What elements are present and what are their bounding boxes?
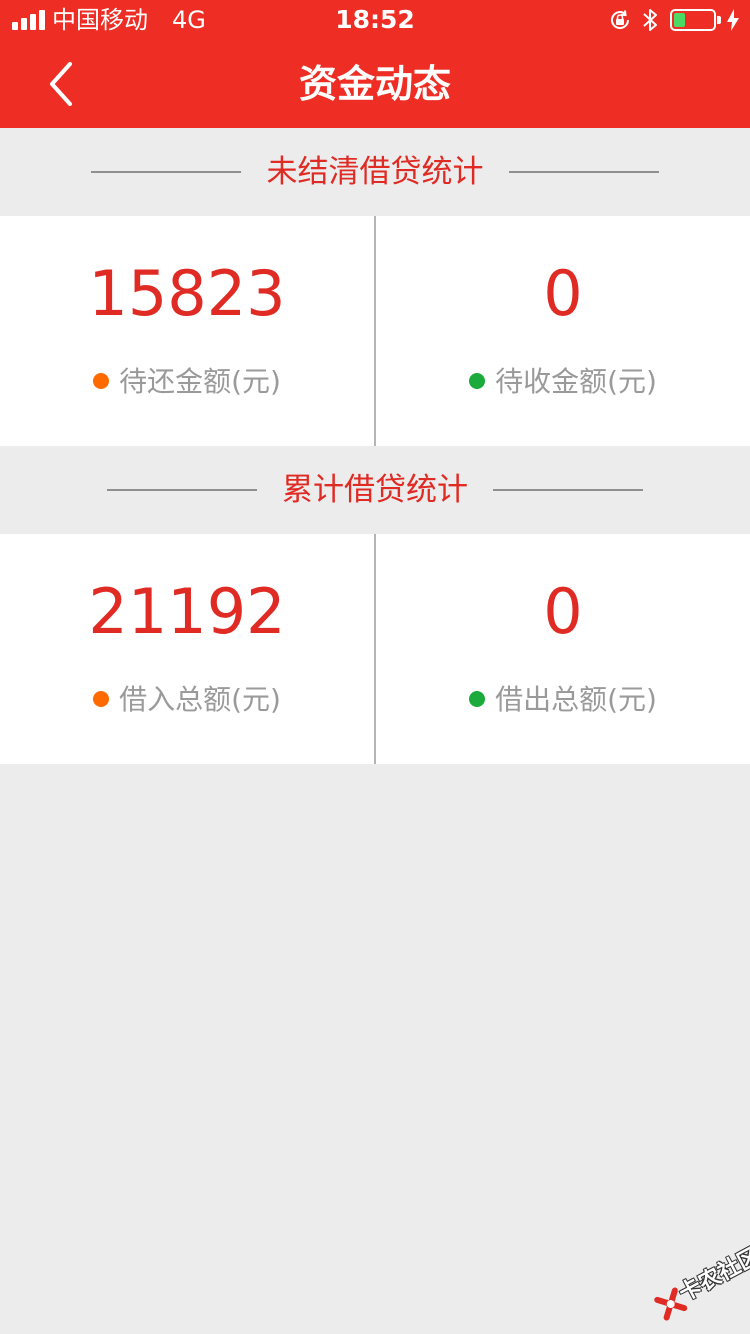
stat-cell-pending-receive[interactable]: 0 待收金额(元): [376, 216, 750, 446]
stat-value: 15823: [88, 257, 286, 330]
stat-cell-total-borrowed[interactable]: 21192 借入总额(元): [0, 534, 374, 764]
charging-bolt-icon: [727, 9, 739, 31]
watermark-text: 卡农社区: [675, 1243, 750, 1307]
green-dot-icon: [469, 373, 486, 389]
section-header-unsettled: 未结清借贷统计: [0, 128, 750, 216]
battery-icon: [670, 9, 716, 31]
stat-label: 待收金额(元): [495, 365, 657, 398]
divider-line-right: [493, 489, 643, 491]
stat-value: 0: [543, 257, 583, 330]
stat-label: 借入总额(元): [119, 683, 281, 716]
stat-row-cumulative: 21192 借入总额(元) 0 借出总额(元): [0, 534, 750, 764]
battery-level: [674, 13, 685, 27]
stat-caption: 待收金额(元): [376, 362, 750, 402]
app-header: 中国移动 4G 18:52 资金动态: [0, 0, 750, 128]
stat-value: 0: [543, 575, 583, 648]
divider-line-right: [509, 171, 659, 173]
stat-label: 借出总额(元): [495, 683, 657, 716]
orange-dot-icon: [93, 691, 110, 707]
stat-caption: 借入总额(元): [0, 680, 374, 720]
bluetooth-icon: [643, 9, 657, 31]
stat-cell-total-lent[interactable]: 0 借出总额(元): [376, 534, 750, 764]
battery-tip: [717, 16, 721, 24]
stat-caption: 待还金额(元): [0, 362, 374, 402]
green-dot-icon: [469, 691, 486, 707]
stat-value: 21192: [88, 575, 286, 648]
stat-cell-pending-repay[interactable]: 15823 待还金额(元): [0, 216, 374, 446]
stat-label: 待还金额(元): [119, 365, 281, 398]
stat-row-unsettled: 15823 待还金额(元) 0 待收金额(元): [0, 216, 750, 446]
stat-caption: 借出总额(元): [376, 680, 750, 720]
section-header-cumulative: 累计借贷统计: [0, 446, 750, 534]
watermark: 卡农社区: [637, 1224, 750, 1331]
status-bar: 中国移动 4G 18:52: [0, 0, 750, 40]
page-title: 资金动态: [298, 62, 451, 106]
status-time: 18:52: [335, 5, 415, 34]
rotation-lock-icon: [611, 10, 630, 29]
orange-dot-icon: [93, 373, 110, 389]
